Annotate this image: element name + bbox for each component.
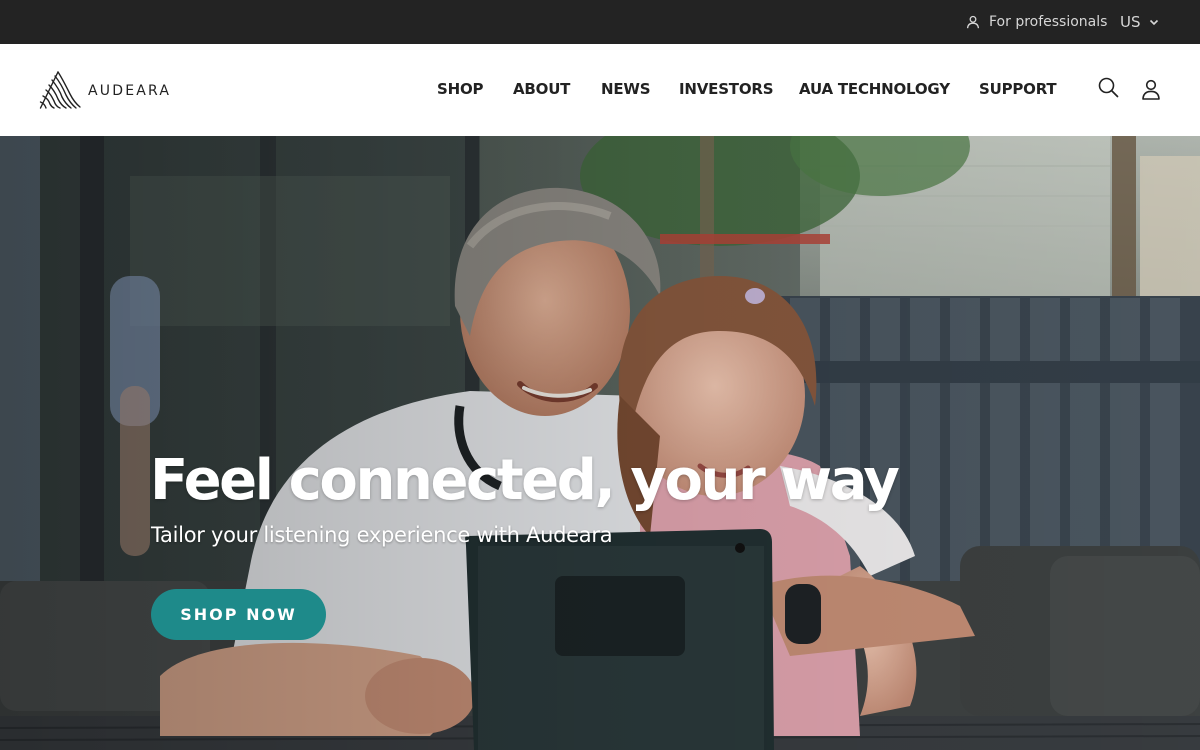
utility-bar: For professionals US	[0, 0, 1200, 44]
hero-title: Feel connected, your way	[150, 448, 900, 513]
for-professionals-label: For professionals	[989, 14, 1108, 30]
person-outline-icon	[966, 15, 980, 29]
nav-item-about[interactable]: ABOUT	[513, 78, 570, 100]
nav-item-support[interactable]: SUPPORT	[979, 78, 1057, 100]
hero-banner: Feel connected, your way Tailor your lis…	[0, 136, 1200, 750]
main-navigation: SHOP ABOUT NEWS INVESTORS AUA TECHNOLOGY…	[0, 78, 1200, 100]
nav-item-investors[interactable]: INVESTORS	[679, 78, 774, 100]
nav-item-aua-technology[interactable]: AUA TECHNOLOGY	[799, 78, 950, 100]
hero-subtitle: Tailor your listening experience with Au…	[151, 523, 613, 547]
shop-now-button[interactable]: SHOP NOW	[151, 589, 326, 640]
nav-item-news[interactable]: NEWS	[601, 78, 651, 100]
site-header: AUDEARA SHOP ABOUT NEWS INVESTORS AUA TE…	[0, 44, 1200, 136]
region-selector[interactable]: US	[1120, 12, 1159, 32]
account-icon[interactable]	[1141, 79, 1161, 100]
for-professionals-link[interactable]: For professionals	[966, 12, 1107, 32]
nav-item-shop[interactable]: SHOP	[437, 78, 484, 100]
region-label: US	[1120, 13, 1141, 31]
search-icon[interactable]	[1098, 77, 1119, 98]
hero-overlay	[0, 136, 1200, 750]
chevron-down-icon	[1149, 19, 1158, 25]
